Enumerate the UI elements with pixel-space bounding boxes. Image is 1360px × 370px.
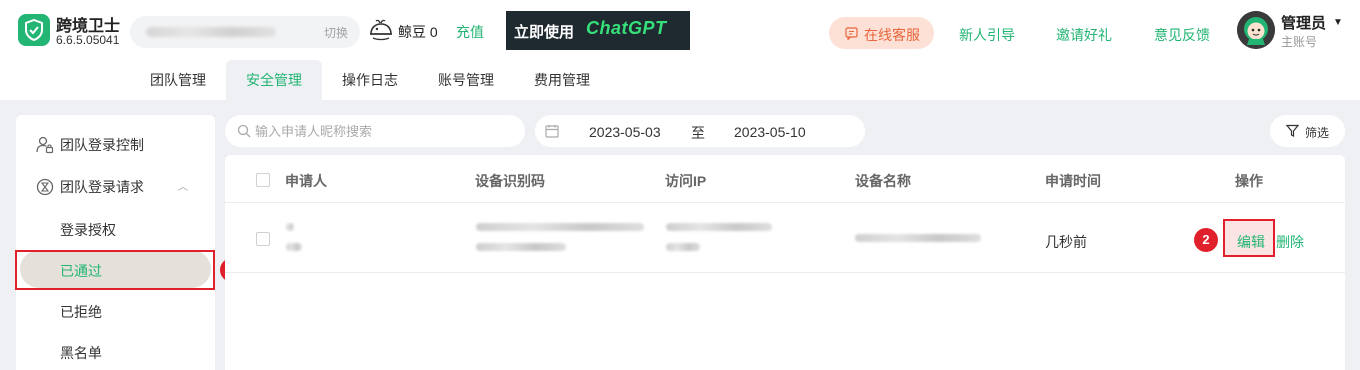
whale-icon: [370, 19, 392, 41]
app-version: 6.6.5.05041: [56, 33, 120, 47]
column-header-device-id: 设备识别码: [475, 173, 545, 189]
tab-bar: 团队管理 安全管理 操作日志 账号管理 费用管理: [0, 60, 1360, 100]
sidebar-item-label: 登录授权: [60, 222, 116, 238]
chevron-up-icon[interactable]: ︿: [178, 178, 188, 193]
step-badge-2: 2: [1194, 228, 1218, 252]
invite-gift-link[interactable]: 邀请好礼: [1056, 25, 1112, 45]
switch-workspace-link[interactable]: 切换: [324, 24, 348, 41]
request-time: 几秒前: [1045, 234, 1087, 250]
online-service-button[interactable]: 在线客服: [829, 17, 934, 49]
chatgpt-promo-banner[interactable]: 立即使用 ChatGPT: [506, 11, 690, 50]
sidebar-item-label: 团队登录请求: [60, 179, 144, 195]
caret-down-icon[interactable]: ▼: [1333, 17, 1343, 28]
filter-button[interactable]: 筛选: [1270, 115, 1345, 147]
hourglass-icon: [36, 178, 54, 196]
user-lock-icon: [36, 136, 54, 154]
row-checkbox[interactable]: [256, 232, 270, 246]
device-id-blurred: [476, 223, 644, 231]
tab-account-management[interactable]: 账号管理: [425, 60, 507, 100]
row-divider: [225, 272, 1345, 273]
sidebar-item-label: 团队登录控制: [60, 137, 144, 153]
feedback-link[interactable]: 意见反馈: [1154, 25, 1210, 45]
device-id-blurred: [476, 243, 566, 251]
search-icon: [237, 124, 251, 138]
ip-blurred: [666, 243, 700, 251]
applicant-search[interactable]: [225, 115, 525, 147]
tab-security-management[interactable]: 安全管理: [226, 60, 322, 100]
tab-fee-management[interactable]: 费用管理: [521, 60, 603, 100]
date-separator: 至: [691, 125, 705, 141]
edit-button[interactable]: 编辑: [1237, 232, 1265, 252]
sidebar-item-login-request[interactable]: 团队登录请求 ︿: [16, 166, 215, 206]
message-icon: [845, 27, 858, 40]
date-start[interactable]: 2023-05-03: [589, 124, 661, 140]
device-name-blurred: [855, 234, 981, 242]
filter-label: 筛选: [1305, 126, 1330, 140]
date-end[interactable]: 2023-05-10: [734, 124, 806, 140]
sidebar-item-login-control[interactable]: 团队登录控制: [16, 124, 215, 164]
header-divider: [225, 202, 1345, 203]
user-avatar-icon: [1237, 11, 1275, 49]
ip-blurred: [666, 223, 772, 231]
tab-team-management[interactable]: 团队管理: [137, 60, 219, 100]
applicant-blurred: [286, 223, 294, 231]
date-range-picker[interactable]: 2023-05-03 至 2023-05-10: [535, 115, 865, 147]
app-logo: [18, 14, 50, 46]
admin-name[interactable]: 管理员: [1281, 12, 1326, 33]
calendar-icon: [545, 125, 559, 138]
delete-button[interactable]: 删除: [1276, 232, 1304, 252]
sidebar: 团队登录控制 团队登录请求 ︿ 登录授权 已通过 已拒绝 黑名单: [16, 115, 215, 370]
column-header-device-name: 设备名称: [855, 173, 911, 189]
request-table: 申请人 设备识别码 访问IP 设备名称 申请时间 操作 几秒前: [225, 155, 1345, 370]
highlight-box-approved: [15, 250, 215, 290]
workspace-selector[interactable]: 切换: [130, 16, 360, 48]
select-all-checkbox[interactable]: [256, 173, 270, 187]
sidebar-item-blacklist[interactable]: 黑名单: [16, 332, 215, 370]
recharge-link[interactable]: 充值: [456, 22, 484, 42]
sidebar-item-rejected[interactable]: 已拒绝: [16, 291, 215, 331]
newbie-guide-link[interactable]: 新人引导: [959, 25, 1015, 45]
applicant-blurred: [286, 243, 302, 251]
workspace-name-blurred: [146, 27, 276, 37]
promo-text: 立即使用: [514, 24, 575, 41]
column-header-access-ip: 访问IP: [665, 173, 707, 189]
search-input[interactable]: [255, 121, 515, 141]
sidebar-item-label: 黑名单: [60, 345, 102, 361]
sidebar-item-label: 已拒绝: [60, 304, 102, 320]
filter-icon: [1286, 124, 1299, 137]
column-header-applicant: 申请人: [285, 173, 327, 189]
shield-icon: [25, 19, 43, 41]
tab-operation-log[interactable]: 操作日志: [329, 60, 411, 100]
promo-brand: ChatGPT: [586, 18, 667, 38]
sidebar-item-login-authorization[interactable]: 登录授权: [16, 209, 215, 249]
online-service-label: 在线客服: [864, 27, 920, 43]
avatar[interactable]: [1237, 11, 1275, 49]
column-header-actions: 操作: [1235, 173, 1263, 189]
admin-role: 主账号: [1281, 35, 1318, 49]
top-header: 跨境卫士 6.6.5.05041 切换 鲸豆 0 充值 立即使用 ChatGPT…: [0, 0, 1360, 60]
beans-balance: 鲸豆 0: [398, 24, 438, 40]
column-header-request-time: 申请时间: [1045, 173, 1101, 189]
